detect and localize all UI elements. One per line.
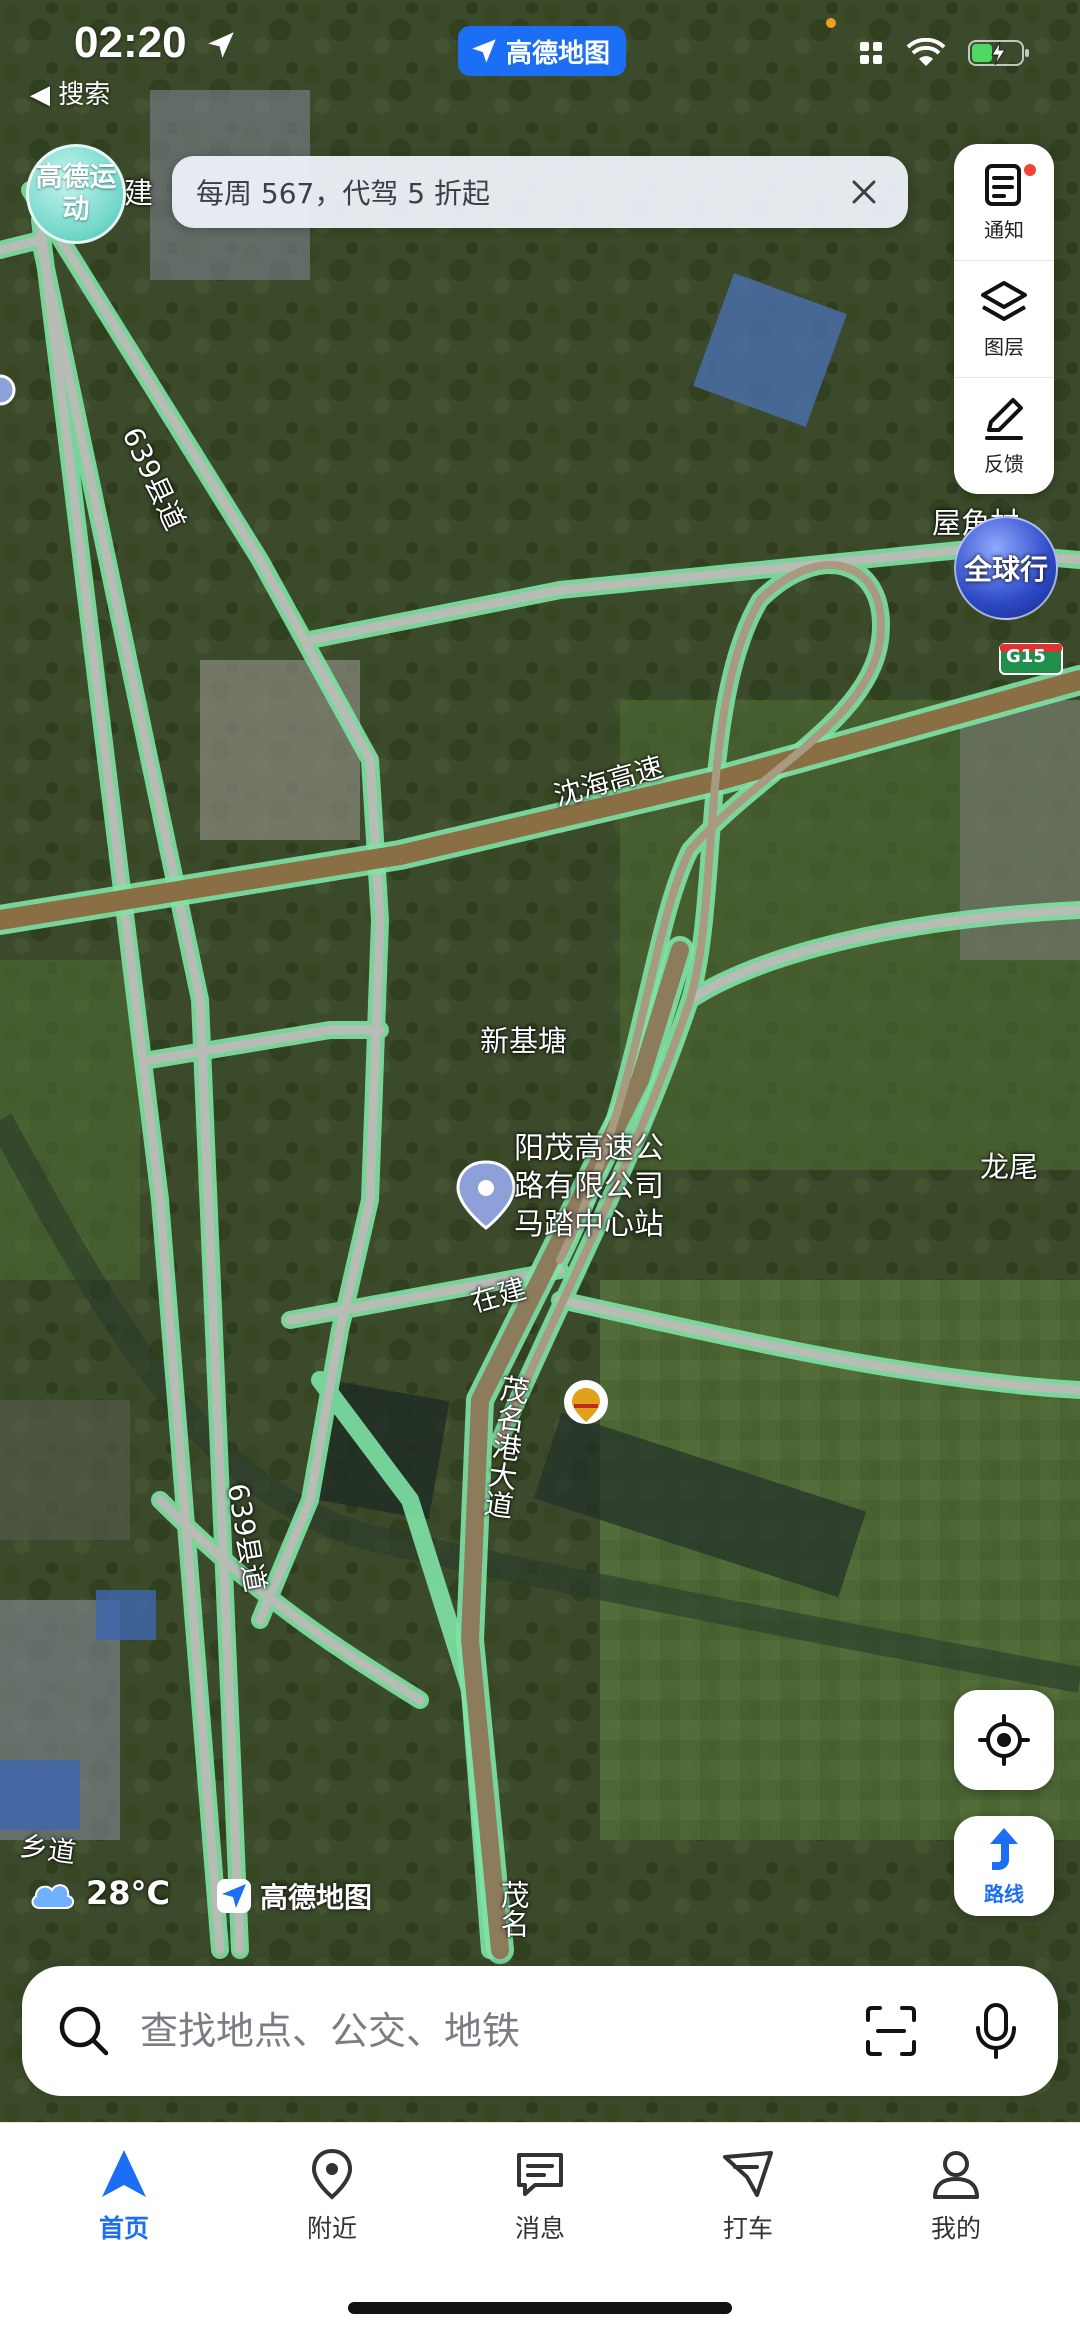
scan-icon[interactable] bbox=[864, 2004, 918, 2058]
microphone-icon[interactable] bbox=[974, 2002, 1018, 2060]
app-brand-pill: 高德地图 bbox=[458, 26, 627, 76]
status-time: 02:20 bbox=[74, 18, 187, 67]
village-label-longwei: 龙尾 bbox=[980, 1150, 1039, 1184]
promo-close-button[interactable] bbox=[844, 172, 884, 212]
poi-label-line-1: 阳茂高速公 bbox=[514, 1131, 664, 1166]
poi-label[interactable]: 阳茂高速公 路有限公司 马踏中心站 bbox=[514, 1130, 664, 1244]
close-icon bbox=[852, 180, 876, 204]
signal-icon bbox=[860, 42, 882, 64]
avenue-label-bottom: 茂名 bbox=[496, 1880, 530, 1938]
location-arrow-icon bbox=[208, 32, 234, 58]
village-label-xinjitang: 新基塘 bbox=[480, 1024, 568, 1058]
notification-button[interactable]: 通知 bbox=[954, 144, 1054, 261]
notification-label: 通知 bbox=[984, 217, 1024, 242]
tab-home-label: 首页 bbox=[98, 2214, 149, 2243]
temperature-label: 28°C bbox=[86, 1874, 171, 1912]
app-brand-label: 高德地图 bbox=[506, 38, 611, 69]
status-icons bbox=[858, 38, 1030, 68]
tab-taxi-label: 打车 bbox=[722, 2214, 773, 2243]
notification-badge bbox=[1022, 162, 1038, 178]
weather-widget[interactable]: 28°C bbox=[28, 1874, 170, 1912]
route-button[interactable]: 路线 bbox=[954, 1816, 1054, 1916]
route-arrow-icon bbox=[990, 1827, 1018, 1870]
layers-icon bbox=[981, 280, 1027, 321]
amap-watermark-icon bbox=[217, 1879, 251, 1913]
cloud-icon bbox=[31, 1884, 74, 1909]
wifi-icon bbox=[906, 38, 946, 66]
tab-nearby-label: 附近 bbox=[306, 2214, 357, 2243]
promo-text: 每周 567，代驾 5 折起 bbox=[196, 177, 490, 210]
layers-button[interactable]: 图层 bbox=[954, 261, 1054, 378]
promo-banner[interactable]: 每周 567，代驾 5 折起 bbox=[172, 156, 908, 228]
location-pin-icon bbox=[311, 2148, 353, 2200]
home-indicator[interactable] bbox=[348, 2302, 732, 2314]
search-bar[interactable] bbox=[22, 1966, 1058, 2096]
map-brand-watermark: 高德地图 bbox=[216, 1876, 372, 1916]
gas-station-icon[interactable] bbox=[564, 1380, 608, 1424]
township-road-label: 乡道 bbox=[17, 1829, 78, 1870]
layers-label: 图层 bbox=[984, 334, 1024, 359]
taxi-icon bbox=[723, 2151, 773, 2197]
message-icon bbox=[517, 2153, 563, 2196]
locate-icon bbox=[978, 1714, 1030, 1766]
search-actions bbox=[864, 2002, 1018, 2060]
g15-label: G15 bbox=[1006, 646, 1046, 667]
navigate-arrow-icon bbox=[102, 2150, 146, 2197]
poi-label-line-2: 路有限公司 bbox=[514, 1169, 664, 1204]
sports-promo-logo[interactable]: 高德运动 bbox=[26, 144, 126, 244]
global-travel-button[interactable]: 全球行 bbox=[954, 516, 1058, 620]
feedback-button[interactable]: 反馈 bbox=[954, 378, 1054, 494]
map-fragment-label: 建 bbox=[124, 176, 154, 210]
profile-icon bbox=[933, 2151, 979, 2199]
privacy-dot-icon bbox=[826, 18, 836, 28]
amap-logo-icon bbox=[472, 39, 496, 63]
notification-icon bbox=[985, 163, 1021, 206]
tab-profile[interactable]: 我的 bbox=[876, 2147, 1036, 2337]
poi-label-line-3: 马踏中心站 bbox=[514, 1207, 664, 1242]
search-icon bbox=[59, 2006, 109, 2056]
route-label: 路线 bbox=[984, 1881, 1024, 1906]
feedback-label: 反馈 bbox=[984, 451, 1024, 476]
map-brand-label: 高德地图 bbox=[260, 1881, 373, 1914]
locate-me-button[interactable] bbox=[954, 1690, 1054, 1790]
tab-profile-label: 我的 bbox=[930, 2214, 981, 2243]
battery-charging-icon bbox=[968, 40, 1029, 66]
back-to-search-link[interactable]: ◀ 搜索 bbox=[30, 74, 110, 111]
search-input[interactable] bbox=[140, 2009, 864, 2053]
tab-messages-label: 消息 bbox=[514, 2214, 565, 2243]
map-tool-panel: 通知 图层 反馈 bbox=[954, 144, 1054, 494]
tab-home[interactable]: 首页 bbox=[44, 2147, 204, 2337]
feedback-icon bbox=[985, 397, 1023, 440]
